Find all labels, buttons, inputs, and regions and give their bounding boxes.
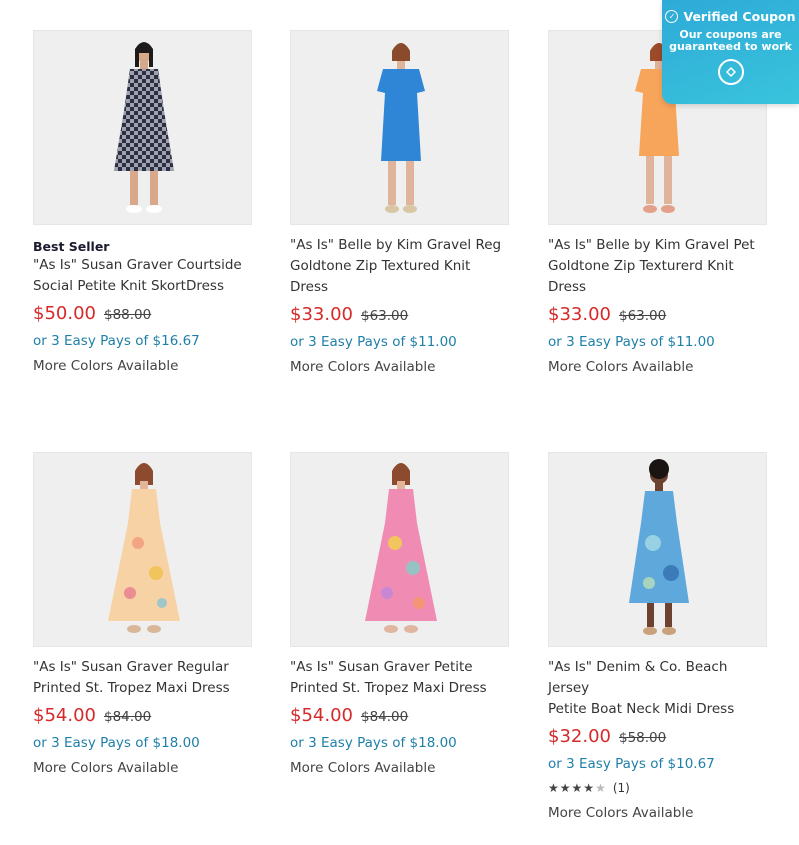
product-title[interactable]: "As Is" Susan Graver Regular Printed St.… [33,657,253,699]
product-title[interactable]: "As Is" Belle by Kim Gravel Reg Goldtone… [290,235,510,298]
product-title-line[interactable]: "As Is" Belle by Kim Gravel Reg [290,235,510,256]
price-row: $32.00 $58.00 [548,726,768,752]
sale-price: $54.00 [290,705,353,726]
price-row: $50.00 $88.00 [33,303,253,329]
product-card[interactable]: Best Seller "As Is" Susan Graver Courtsi… [33,30,253,377]
more-colors-text: More Colors Available [33,760,179,776]
sale-price: $33.00 [290,304,353,325]
rating-row[interactable]: ★★★★★ (1) [548,778,768,798]
more-colors-text: More Colors Available [548,805,694,821]
easy-pay-text: or 3 Easy Pays of $18.00 [290,735,457,751]
original-price: $58.00 [618,730,667,746]
product-title-line[interactable]: "As Is" Denim & Co. Beach Jersey [548,657,768,699]
product-grid: Best Seller "As Is" Susan Graver Courtsi… [0,0,799,845]
product-title-line[interactable]: Goldtone Zip Textured Knit Dress [290,256,510,298]
product-title[interactable]: "As Is" Denim & Co. Beach Jersey Petite … [548,657,768,720]
price-row: $54.00 $84.00 [290,705,510,731]
sale-price: $54.00 [33,705,96,726]
product-image[interactable] [290,30,509,225]
more-colors-text: More Colors Available [290,760,436,776]
coupon-header: ✓ Verified Coupon [662,9,799,24]
product-card[interactable]: "As Is" Belle by Kim Gravel Reg Goldtone… [290,30,510,378]
product-title[interactable]: "As Is" Susan Graver Petite Printed St. … [290,657,510,699]
product-title-line[interactable]: "As Is" Susan Graver Petite [290,657,510,678]
best-seller-badge: Best Seller [33,239,110,254]
product-image[interactable] [33,452,252,647]
original-price: $63.00 [360,308,409,324]
more-colors-text: More Colors Available [548,359,694,375]
more-colors-text: More Colors Available [33,358,179,374]
easy-pay-text: or 3 Easy Pays of $11.00 [548,334,715,350]
price-row: $33.00 $63.00 [548,304,768,330]
easy-pay-text: or 3 Easy Pays of $10.67 [548,756,715,772]
product-title-line[interactable]: "As Is" Belle by Kim Gravel Pet [548,235,768,256]
sale-price: $50.00 [33,303,96,324]
coupon-subtitle: Our coupons are guaranteed to work [669,28,792,53]
coupon-title: Verified Coupon [683,9,796,24]
product-title-line[interactable]: "As Is" Susan Graver Courtside [33,255,253,276]
coupon-logo-icon[interactable] [717,59,744,85]
verified-coupon-widget[interactable]: ✓ Verified Coupon Our coupons are guaran… [662,0,799,104]
check-circle-icon: ✓ [665,10,679,23]
original-price: $63.00 [618,308,667,324]
product-title-line[interactable]: Social Petite Knit SkortDress [33,276,253,297]
easy-pay-text: or 3 Easy Pays of $18.00 [33,735,200,751]
dress-shape [377,69,425,161]
product-card[interactable]: "As Is" Susan Graver Regular Printed St.… [33,452,253,779]
product-title-line[interactable]: "As Is" Susan Graver Regular [33,657,253,678]
price-row: $33.00 $63.00 [290,304,510,330]
product-title-line[interactable]: Dress [548,277,768,298]
product-title-line[interactable]: Petite Boat Neck Midi Dress [548,699,768,720]
original-price: $88.00 [103,307,152,323]
product-title[interactable]: "As Is" Belle by Kim Gravel Pet Goldtone… [548,235,768,298]
product-image[interactable] [290,452,509,647]
review-count[interactable]: (1) [613,781,630,795]
product-title-line[interactable]: Goldtone Zip Texturerd Knit [548,256,768,277]
more-colors-text: More Colors Available [290,359,436,375]
sale-price: $33.00 [548,304,611,325]
easy-pay-text: or 3 Easy Pays of $16.67 [33,333,200,349]
sale-price: $32.00 [548,726,611,747]
original-price: $84.00 [360,709,409,725]
product-card[interactable]: "As Is" Denim & Co. Beach Jersey Petite … [548,452,768,824]
star-rating: ★★★★★ [548,781,607,795]
product-card[interactable]: "As Is" Susan Graver Petite Printed St. … [290,452,510,779]
product-title-line[interactable]: Printed St. Tropez Maxi Dress [290,678,510,699]
easy-pay-text: or 3 Easy Pays of $11.00 [290,334,457,350]
original-price: $84.00 [103,709,152,725]
product-image[interactable] [33,30,252,225]
product-title[interactable]: "As Is" Susan Graver Courtside Social Pe… [33,255,253,297]
product-title-line[interactable]: Printed St. Tropez Maxi Dress [33,678,253,699]
price-row: $54.00 $84.00 [33,705,253,731]
product-image[interactable] [548,452,767,647]
